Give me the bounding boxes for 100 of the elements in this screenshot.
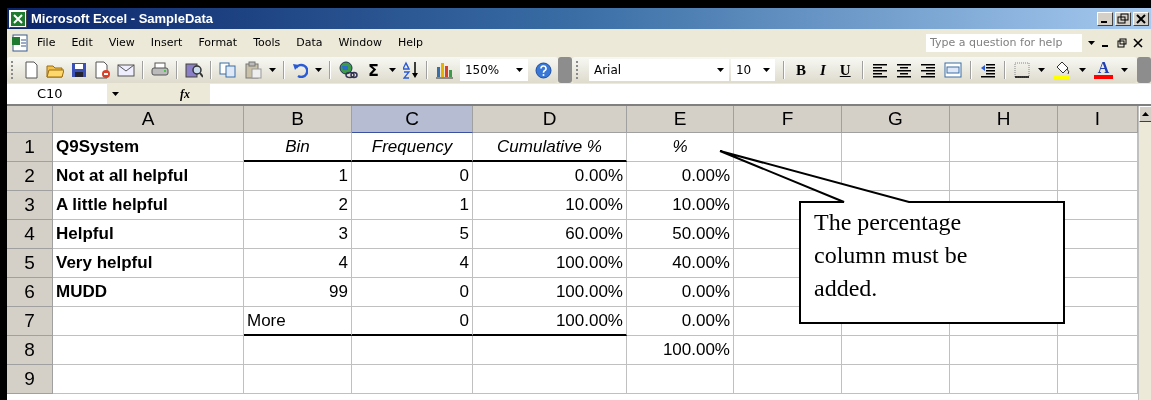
menu-item[interactable]: Help [389,34,431,51]
caret-icon[interactable] [762,68,770,72]
table-cell: Q9System [53,133,244,162]
row-header[interactable]: 9 [7,365,53,394]
empty-cell[interactable] [473,336,627,365]
row-header[interactable]: 5 [7,249,53,278]
caret-icon[interactable] [716,68,724,72]
font-dropdown[interactable]: Arial [588,59,729,81]
row-header[interactable]: 8 [7,336,53,365]
help-search-field[interactable]: Type a question for help [926,33,1082,52]
minimize-icon[interactable] [1097,11,1113,26]
empty-cell[interactable] [734,365,842,394]
column-header[interactable]: B [244,106,352,133]
help-icon[interactable] [534,61,552,79]
restore-icon[interactable] [1117,37,1127,48]
font-size-dropdown[interactable]: 10 [730,59,775,81]
new-document-icon[interactable] [23,61,39,79]
empty-cell[interactable] [842,133,950,162]
row-header[interactable]: 6 [7,278,53,307]
menu-item[interactable]: Window [330,34,390,51]
empty-cell[interactable] [842,365,950,394]
empty-cell[interactable] [842,336,950,365]
align-right-icon[interactable] [919,62,936,78]
table-cell: MUDD [53,278,244,307]
spreadsheet-icon[interactable] [11,33,29,52]
column-header[interactable]: C [352,106,473,133]
menu-item[interactable]: Insert [142,34,191,51]
italic-button[interactable]: I [816,61,829,79]
table-cell: 5 [352,220,473,249]
sort-ascending-icon[interactable] [402,61,419,79]
underline-button[interactable]: U [836,61,854,79]
column-header[interactable]: A [53,106,244,133]
empty-cell[interactable] [352,365,473,394]
caret-icon[interactable] [1037,68,1045,72]
table-cell: 100.00% [473,307,627,336]
row-header[interactable]: 3 [7,191,53,220]
table-cell: Bin [244,133,352,162]
globe-link-icon[interactable] [338,61,358,79]
column-header[interactable]: E [627,106,734,133]
window-title: Microsoft Excel - SampleData [31,11,215,26]
empty-cell[interactable] [950,336,1058,365]
zoom-dropdown[interactable]: 150% [459,59,528,81]
table-cell: 0 [352,162,473,191]
column-header[interactable]: F [734,106,842,133]
row-header[interactable]: 2 [7,162,53,191]
menu-item[interactable]: Tools [245,34,289,51]
align-center-icon[interactable] [895,62,912,78]
empty-cell[interactable] [950,133,1058,162]
bold-button[interactable]: B [792,61,809,79]
caret-icon[interactable] [315,68,322,72]
bar-chart-icon[interactable] [434,61,453,79]
restore-icon[interactable] [1115,11,1131,26]
borders-icon[interactable] [1013,62,1030,78]
empty-cell[interactable] [244,336,352,365]
empty-cell[interactable] [627,365,734,394]
close-icon[interactable] [1133,37,1143,48]
paint-bucket-icon[interactable] [1052,61,1071,79]
empty-cell[interactable] [352,336,473,365]
align-left-icon[interactable] [871,62,888,78]
autosum-button[interactable]: Σ [365,60,382,80]
caret-icon[interactable] [1088,40,1095,45]
menu-item[interactable]: View [100,34,143,51]
empty-cell[interactable] [734,336,842,365]
table-cell: 0 [352,278,473,307]
decrease-indent-icon[interactable] [979,62,996,78]
menu-item[interactable]: Format [190,34,246,51]
caret-icon[interactable] [269,68,276,72]
envelope-icon[interactable] [117,62,135,78]
document-icon[interactable] [94,61,110,79]
merge-cells-icon[interactable] [943,62,962,78]
book-magnifier-icon[interactable] [185,61,203,79]
undo-icon[interactable] [292,62,308,78]
column-header[interactable]: I [1058,106,1138,133]
menu-item[interactable]: File [29,34,64,51]
table-cell: 4 [244,249,352,278]
menu-item[interactable]: Edit [63,34,101,51]
copy-icon[interactable] [219,62,237,78]
scroll-up-icon[interactable] [1139,106,1151,122]
row-header[interactable]: 4 [7,220,53,249]
column-header[interactable]: D [473,106,627,133]
empty-cell[interactable] [473,365,627,394]
empty-cell[interactable] [950,365,1058,394]
folder-icon[interactable] [46,62,64,78]
row-header[interactable]: 1 [7,133,53,162]
caret-icon[interactable] [388,68,396,72]
empty-cell[interactable] [244,365,352,394]
caret-icon[interactable] [515,68,523,72]
caret-icon[interactable] [1121,68,1129,72]
caret-icon[interactable] [1078,68,1086,72]
paste-icon[interactable] [244,61,262,79]
printer-icon[interactable] [151,62,169,78]
font-color-button[interactable]: A [1093,61,1114,79]
name-box[interactable]: C10 [7,84,107,104]
row-header[interactable]: 7 [7,307,53,336]
empty-cell[interactable] [950,162,1058,191]
caret-icon[interactable] [112,92,119,96]
insert-function-button[interactable]: fx [172,84,210,104]
column-header[interactable]: G [842,106,950,133]
column-header[interactable]: H [950,106,1058,133]
menu-item[interactable]: Data [288,34,331,51]
